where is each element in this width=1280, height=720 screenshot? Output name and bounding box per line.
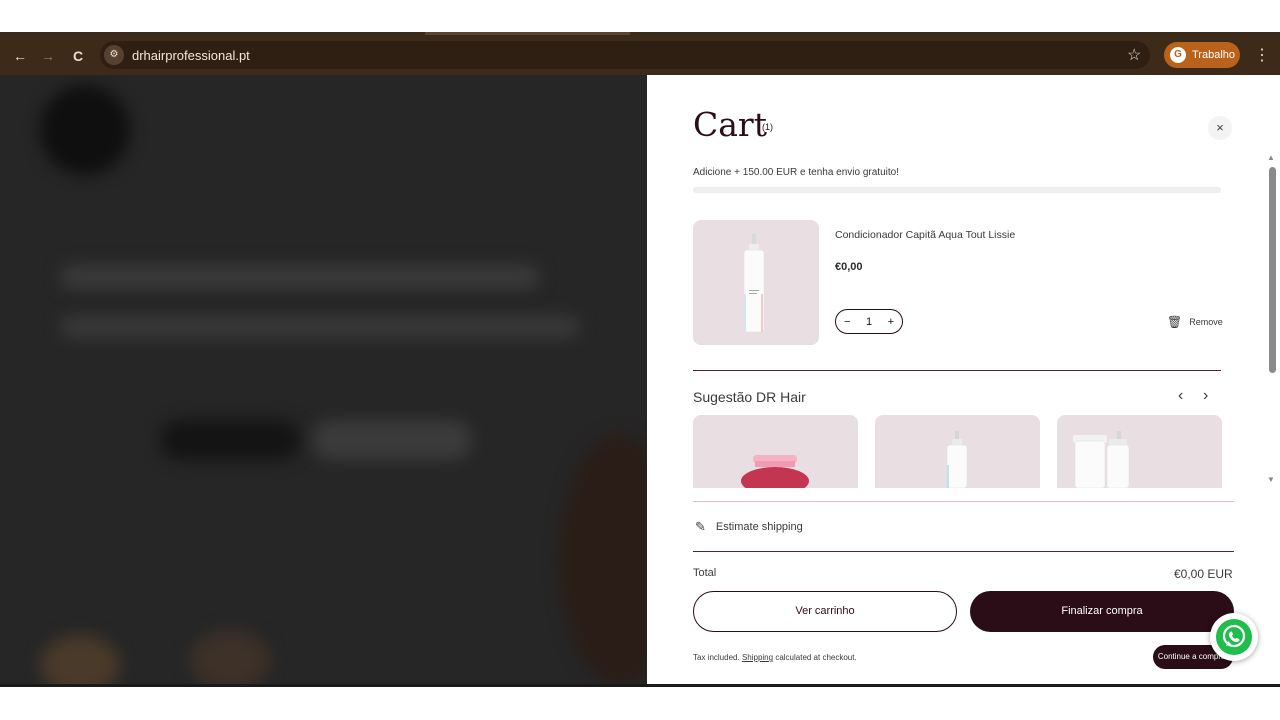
suggestion-card[interactable]	[1057, 415, 1222, 488]
profile-avatar: G	[1170, 47, 1186, 63]
pencil-icon: ✎	[695, 519, 706, 534]
product-pair-image	[1073, 431, 1130, 488]
free-shipping-progress-bar	[693, 187, 1221, 193]
close-icon[interactable]: ×	[1208, 116, 1232, 140]
divider	[693, 551, 1234, 552]
screen-bottom-edge	[0, 684, 1280, 687]
blurred-logo	[40, 85, 130, 175]
scrollbar-thumb[interactable]	[1269, 167, 1276, 373]
profile-button[interactable]: G Trabalho	[1164, 42, 1240, 68]
cart-count: (1)	[762, 122, 773, 132]
whatsapp-icon	[1216, 619, 1252, 655]
blurred-heading-line	[60, 265, 540, 289]
cart-title: Cart	[693, 105, 767, 144]
shipping-policy-link[interactable]: Shipping	[742, 653, 773, 662]
screen-top-margin	[0, 0, 1280, 34]
profile-label: Trabalho	[1192, 49, 1236, 61]
tax-note: Tax included. Shipping calculated at che…	[693, 653, 857, 662]
total-value: €0,00 EUR	[1174, 567, 1233, 581]
cart-drawer: Cart (1) × Adicione + 150.00 EUR e tenha…	[647, 75, 1280, 684]
tax-prefix: Tax included.	[693, 653, 740, 662]
blurred-button	[312, 420, 472, 460]
decrease-quantity-button[interactable]: −	[844, 316, 850, 328]
blurred-button	[160, 420, 300, 460]
estimate-shipping-link[interactable]: ✎ Estimate shipping	[695, 519, 803, 535]
divider	[693, 370, 1221, 371]
product-price: €0,00	[835, 261, 863, 273]
suggestion-card[interactable]	[875, 415, 1040, 488]
shampoo-bottle-image	[946, 431, 968, 488]
remove-label: Remove	[1189, 317, 1223, 327]
blurred-thumbnail	[190, 630, 270, 684]
tax-suffix: calculated at checkout.	[775, 653, 857, 662]
product-image[interactable]	[693, 220, 819, 345]
browser-menu-icon[interactable]: ⋮	[1254, 45, 1270, 65]
back-icon[interactable]: ←	[10, 46, 30, 66]
divider	[693, 501, 1234, 502]
quantity-value[interactable]: 1	[866, 316, 872, 328]
forward-icon[interactable]: →	[38, 46, 58, 66]
chevron-left-icon[interactable]: ‹	[1178, 387, 1183, 405]
blurred-heading-line	[60, 315, 580, 339]
quantity-stepper: − 1 +	[835, 309, 903, 334]
increase-quantity-button[interactable]: +	[888, 316, 894, 328]
active-tab-indicator[interactable]	[425, 32, 630, 35]
checkout-button[interactable]: Finalizar compra	[970, 591, 1234, 632]
scroll-up-arrow[interactable]: ▲	[1267, 153, 1275, 162]
page-backdrop-overlay[interactable]	[0, 75, 647, 684]
blurred-image	[560, 435, 647, 684]
remove-button[interactable]: 🗑 Remove	[1167, 315, 1223, 329]
chevron-right-icon[interactable]: ›	[1203, 387, 1208, 405]
site-info-icon[interactable]: ⚙	[104, 45, 124, 65]
suggestion-card[interactable]	[693, 415, 858, 488]
free-shipping-message: Adicione + 150.00 EUR e tenha envio grat…	[693, 167, 899, 178]
suggestions-title: Sugestão DR Hair	[693, 389, 806, 405]
url-text[interactable]: drhairprofessional.pt	[132, 48, 250, 63]
view-cart-button[interactable]: Ver carrinho	[693, 591, 957, 632]
total-label: Total	[693, 567, 717, 579]
scroll-down-arrow[interactable]: ▼	[1267, 475, 1275, 484]
estimate-shipping-label: Estimate shipping	[715, 521, 803, 533]
browser-toolbar: ← → C ⚙ drhairprofessional.pt ☆ G Trabal…	[0, 36, 1280, 75]
trash-icon: 🗑	[1167, 315, 1183, 329]
bottle-image	[743, 234, 765, 333]
gummies-jar-image	[741, 455, 809, 488]
blurred-thumbnail	[40, 635, 120, 684]
address-bar[interactable]	[100, 41, 1150, 69]
whatsapp-button[interactable]	[1210, 613, 1258, 661]
bookmark-star-icon[interactable]: ☆	[1127, 45, 1141, 65]
product-name[interactable]: Condicionador Capitã Aqua Tout Lissie	[835, 229, 1015, 241]
reload-icon[interactable]: C	[68, 46, 88, 66]
